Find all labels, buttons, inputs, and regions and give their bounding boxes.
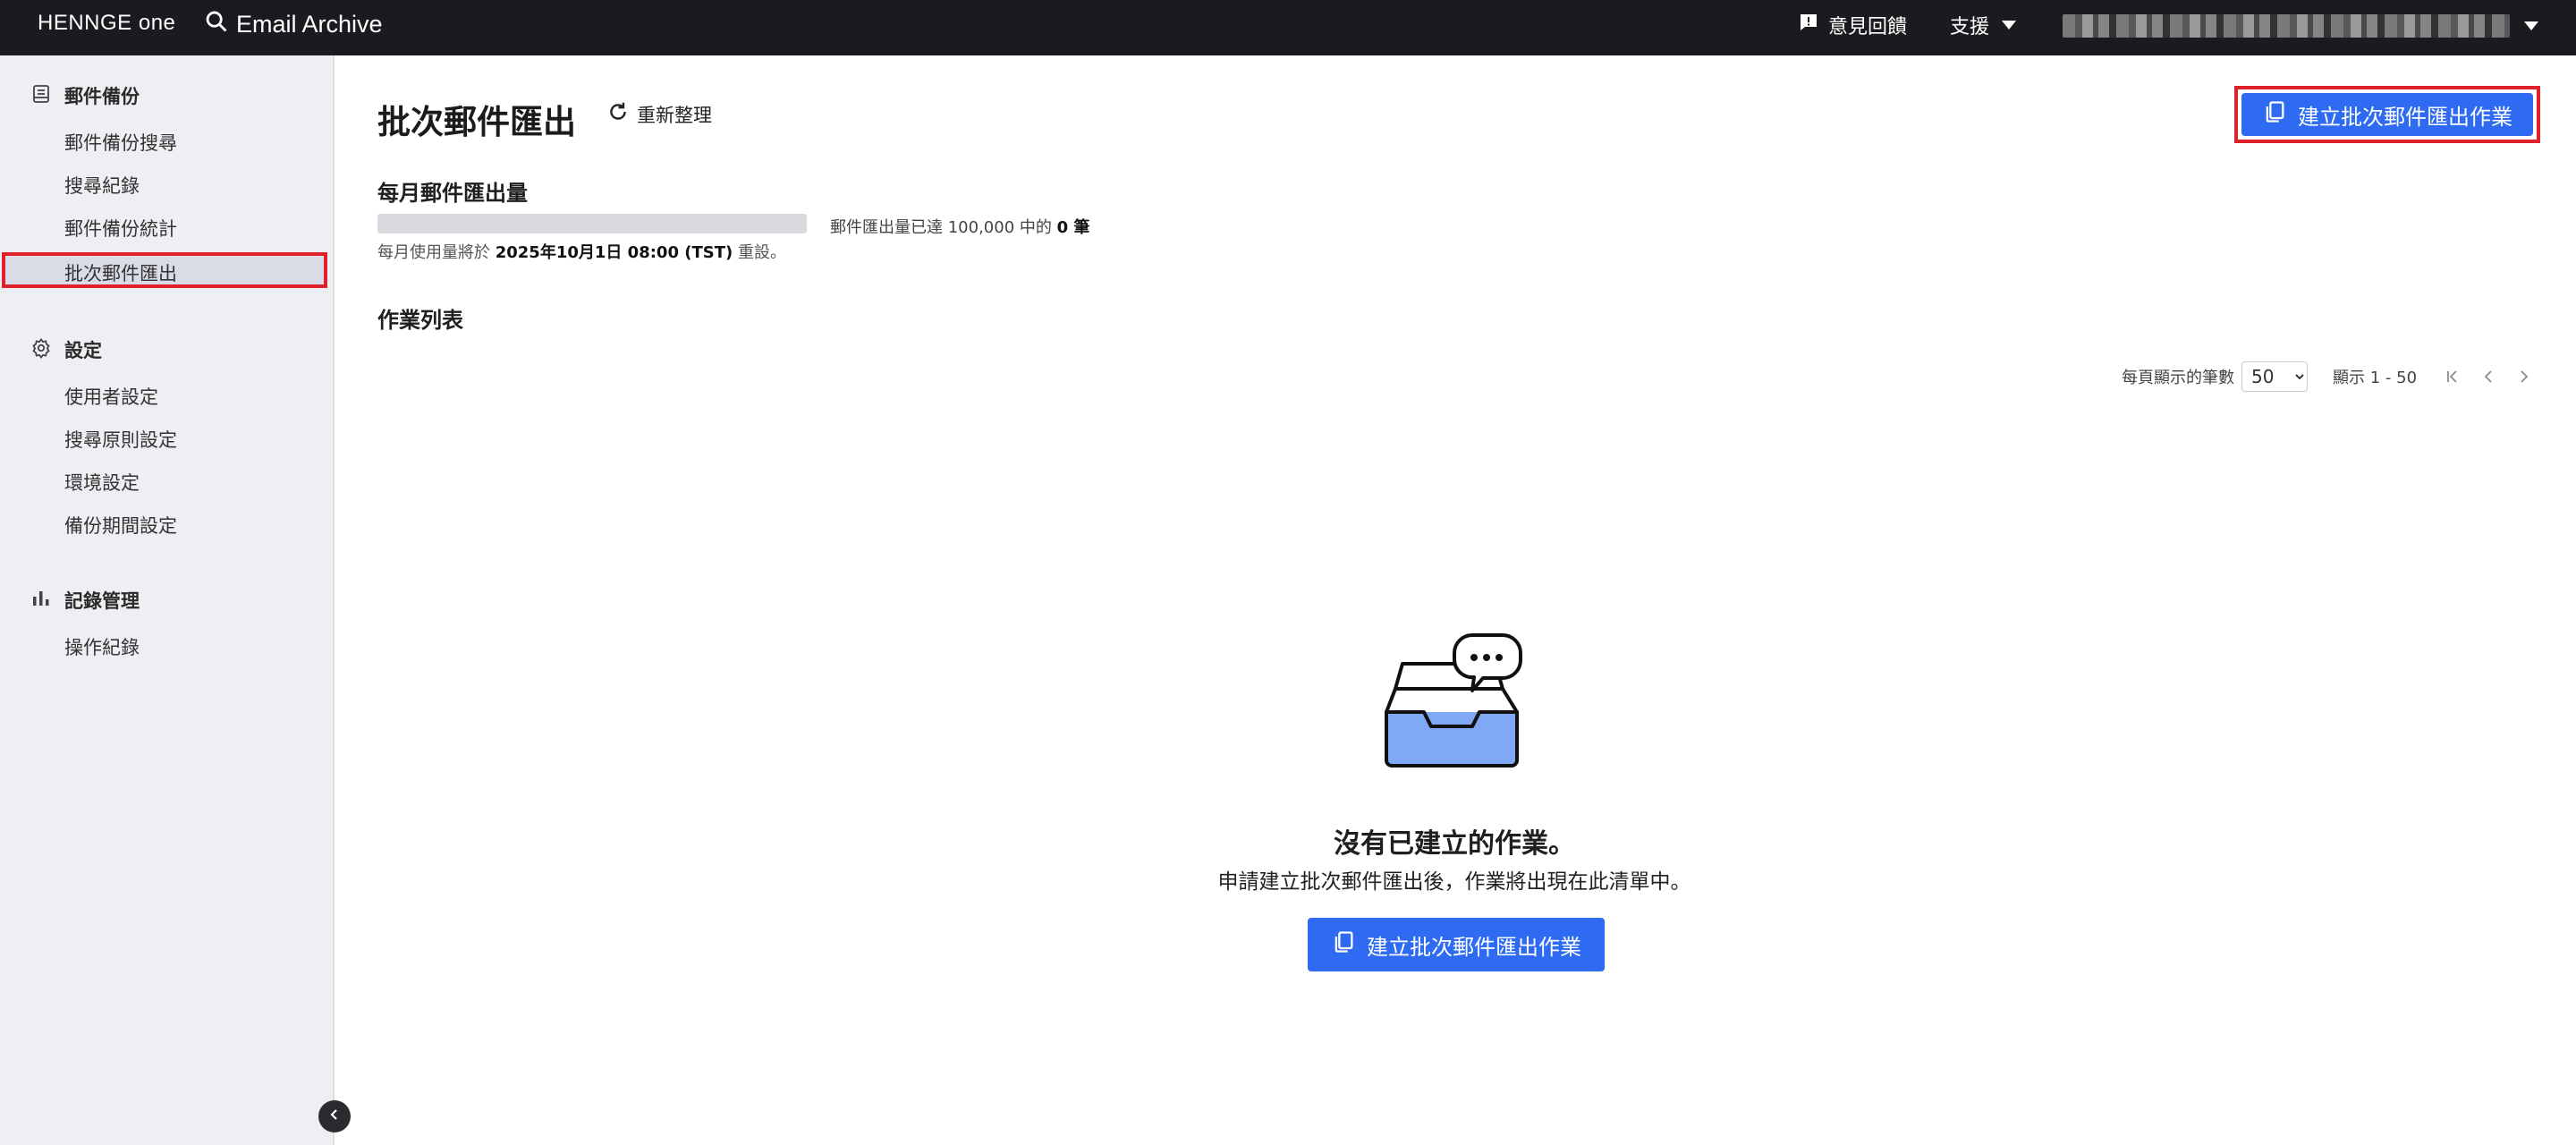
- chevron-right-icon: [2521, 370, 2529, 383]
- reset-date: 2025年10月1日 08:00 (TST): [495, 243, 733, 262]
- sidebar-item-search-policy[interactable]: 搜尋原則設定: [64, 426, 177, 453]
- copy-documents-icon: [1331, 929, 1356, 960]
- usage-reset-note: 每月使用量將於 2025年10月1日 08:00 (TST) 重設。: [377, 240, 786, 263]
- chevron-left-icon: [2484, 370, 2492, 383]
- sidebar-group-log-management: 記錄管理: [30, 587, 140, 614]
- brand-suffix: one: [138, 11, 176, 35]
- usage-progress-bar: [377, 214, 807, 233]
- app-switcher[interactable]: Email Archive: [204, 9, 383, 40]
- usage-summary: 郵件匯出量已達 100,000 中的 0 筆: [830, 215, 1089, 238]
- empty-state-title: 沒有已建立的作業。: [1334, 828, 1575, 860]
- sidebar-group-label: 郵件備份: [64, 86, 140, 107]
- copy-documents-icon: [2262, 99, 2287, 130]
- sidebar-item-backup-period[interactable]: 備份期間設定: [64, 512, 177, 539]
- support-label: 支援: [1950, 16, 1990, 38]
- gear-icon: [30, 337, 52, 363]
- refresh-button[interactable]: 重新整理: [606, 100, 712, 128]
- reset-prefix: 每月使用量將於: [377, 243, 496, 262]
- reset-suffix: 重設。: [733, 243, 786, 262]
- next-page-button[interactable]: [2506, 361, 2542, 392]
- empty-inbox-illustration: [1385, 633, 1522, 768]
- feedback-button[interactable]: 意見回饋: [1798, 11, 1907, 39]
- prev-page-button[interactable]: [2470, 361, 2506, 392]
- sidebar-group-mail-backup: 郵件備份: [30, 82, 140, 109]
- create-batch-export-button[interactable]: 建立批次郵件匯出作業: [2241, 93, 2533, 136]
- brand-name: HENNGE: [38, 11, 139, 35]
- search-icon: [204, 9, 229, 40]
- app-name: Email Archive: [236, 11, 383, 38]
- create-button-label: 建立批次郵件匯出作業: [2298, 104, 2512, 130]
- sidebar-item-backup-stats[interactable]: 郵件備份統計: [64, 215, 177, 242]
- sidebar-item-search-history[interactable]: 搜尋紀錄: [64, 172, 140, 199]
- chevron-down-icon: [2002, 21, 2017, 30]
- usage-summary-prefix: 郵件匯出量已達 100,000 中的: [830, 218, 1057, 237]
- sidebar-group-label: 記錄管理: [64, 590, 140, 612]
- per-page-select[interactable]: 50: [2241, 361, 2308, 392]
- refresh-icon: [606, 100, 630, 128]
- support-menu[interactable]: 支援: [1950, 11, 2017, 39]
- bar-chart-icon: [30, 588, 52, 614]
- create-batch-export-button-empty[interactable]: 建立批次郵件匯出作業: [1308, 918, 1605, 971]
- create-button-highlight: 建立批次郵件匯出作業: [2234, 86, 2540, 143]
- sidebar-group-settings: 設定: [30, 336, 102, 363]
- monthly-usage-title: 每月郵件匯出量: [377, 181, 528, 206]
- feedback-icon: [1798, 12, 1819, 38]
- main-content: 批次郵件匯出 重新整理 建立批次郵件匯出作業 每月郵件匯出量 郵件匯出量已達 1…: [336, 55, 2576, 1145]
- first-page-button[interactable]: [2435, 361, 2470, 392]
- first-page-icon: [2447, 370, 2457, 383]
- page-range: 顯示 1 - 50: [2333, 369, 2418, 387]
- empty-state-description: 申請建立批次郵件匯出後，作業將出現在此清單中。: [1217, 870, 1691, 894]
- per-page-label: 每頁顯示的筆數: [2122, 369, 2234, 387]
- job-list-title: 作業列表: [377, 308, 463, 333]
- sidebar-item-environment[interactable]: 環境設定: [64, 469, 140, 496]
- usage-count: 0 筆: [1056, 218, 1090, 237]
- sidebar-item-label: 批次郵件匯出: [64, 263, 177, 284]
- top-bar: HENNGE one Email Archive 意見回饋 支援: [0, 0, 2576, 55]
- page-title: 批次郵件匯出: [377, 103, 576, 141]
- sidebar-item-backup-search[interactable]: 郵件備份搜尋: [64, 129, 177, 156]
- chevron-down-icon: [2524, 21, 2538, 30]
- archive-book-icon: [30, 83, 52, 109]
- feedback-label: 意見回饋: [1828, 16, 1908, 38]
- create-button-label: 建立批次郵件匯出作業: [1367, 934, 1581, 960]
- user-account-menu[interactable]: [2063, 14, 2538, 38]
- sidebar-item-batch-export[interactable]: 批次郵件匯出: [2, 252, 327, 288]
- henngeone-logo[interactable]: HENNGE one: [38, 11, 175, 36]
- redacted-user-name: [2063, 14, 2510, 38]
- sidebar-item-user-settings[interactable]: 使用者設定: [64, 383, 158, 410]
- sidebar-group-label: 設定: [64, 340, 102, 361]
- sidebar-item-operation-log[interactable]: 操作紀錄: [64, 633, 140, 660]
- sidebar: 郵件備份 郵件備份搜尋 搜尋紀錄 郵件備份統計 批次郵件匯出 設定 使用者設定 …: [0, 55, 335, 1145]
- refresh-label: 重新整理: [637, 104, 712, 126]
- pagination: 每頁顯示的筆數 50 顯示 1 - 50: [2122, 361, 2542, 392]
